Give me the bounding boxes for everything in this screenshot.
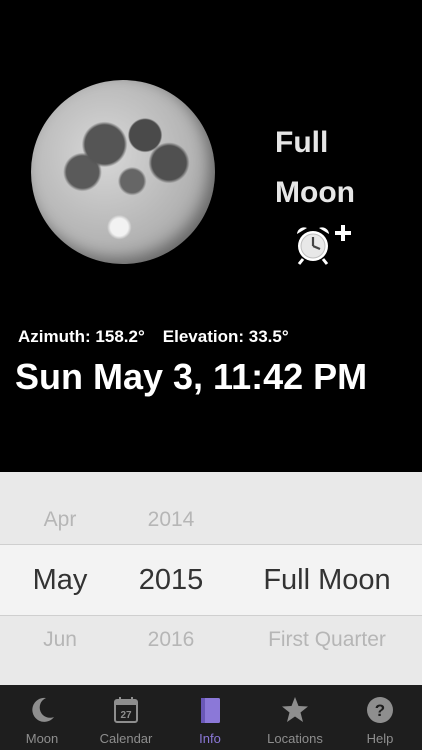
add-alarm-icon[interactable] [291,222,353,266]
phase-line-2: Moon [275,176,355,209]
tab-bar: Moon 27 Calendar Info Locations ? Help [0,685,422,750]
picker-phase-selected[interactable]: Full Moon [232,545,422,615]
picker-row-selected[interactable]: May 2015 Full Moon [0,544,422,616]
moon-icon [32,697,54,722]
tab-info[interactable]: Info [168,685,252,750]
tab-help[interactable]: ? Help [338,685,422,750]
phase-title: Full Moon [275,118,355,218]
svg-text:?: ? [375,701,385,720]
phase-line-1: Full [275,126,329,159]
tab-label: Calendar [99,731,153,746]
picker-month-selected[interactable]: May [18,545,102,615]
tab-locations[interactable]: Locations [252,685,338,750]
picker-row-next[interactable]: Jun 2016 First Quarter [0,620,422,660]
moon-image [31,80,215,264]
picker-phase[interactable]: First Quarter [232,620,422,660]
moon-info-panel: Full Moon Azimuth: 158.2° Elevation: 33.5… [0,0,422,472]
tab-label: Moon [25,731,59,746]
picker-year[interactable]: 2016 [121,620,221,660]
calendar-icon: 27 [114,697,138,723]
position-readout: Azimuth: 158.2° Elevation: 33.5° [18,327,307,347]
book-icon [201,698,220,723]
picker-year-selected[interactable]: 2015 [121,545,221,615]
tab-label: Locations [267,731,323,746]
help-icon: ? [367,697,393,723]
tab-label: Help [366,731,394,746]
picker-month[interactable]: Apr [18,500,102,540]
picker-year[interactable]: 2014 [121,500,221,540]
tab-moon[interactable]: Moon [0,685,84,750]
star-icon [282,697,308,722]
date-phase-picker[interactable]: Apr 2014 May 2015 Full Moon Jun 2016 Fir… [0,472,422,685]
calendar-badge: 27 [120,710,132,721]
elevation-value: Elevation: 33.5° [162,327,289,346]
tab-label: Info [199,731,221,746]
date-time-label: Sun May 3, 11:42 PM [15,356,368,397]
tab-calendar[interactable]: 27 Calendar [84,685,168,750]
picker-month[interactable]: Jun [18,620,102,660]
azimuth-value: Azimuth: 158.2° [18,327,145,346]
picker-row-previous[interactable]: Apr 2014 [0,500,422,540]
